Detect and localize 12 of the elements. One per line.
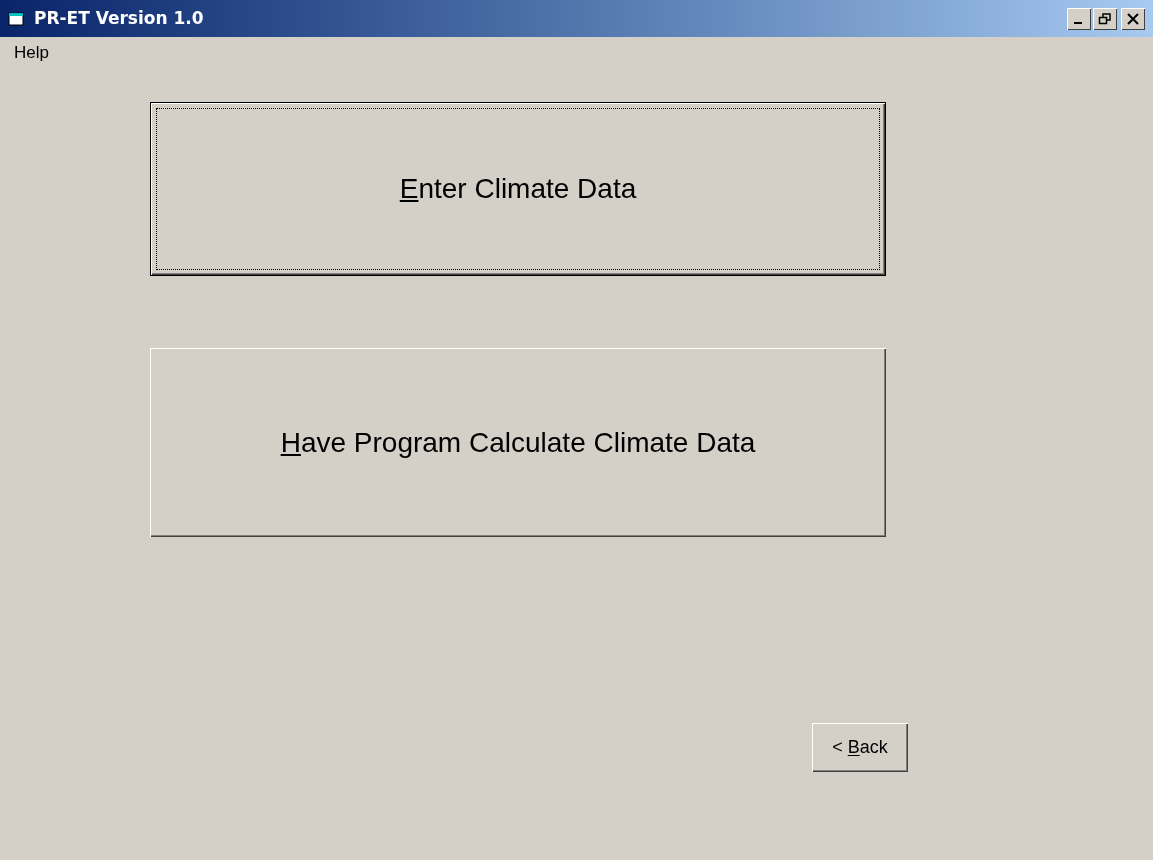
back-button[interactable]: < Back [812,723,908,772]
minimize-button[interactable] [1067,7,1091,30]
close-button[interactable] [1121,7,1145,30]
menu-item[interactable]: Help [8,40,55,66]
window-title: PR-ET Version 1.0 [34,6,204,30]
restore-icon [1098,12,1112,25]
window-icon [8,10,26,27]
restore-button[interactable] [1093,7,1117,30]
action-button[interactable]: Have Program Calculate Climate Data [150,348,886,537]
close-icon [1126,12,1140,25]
action-button[interactable]: Enter Climate Data [150,102,886,276]
minimize-icon [1073,22,1082,24]
